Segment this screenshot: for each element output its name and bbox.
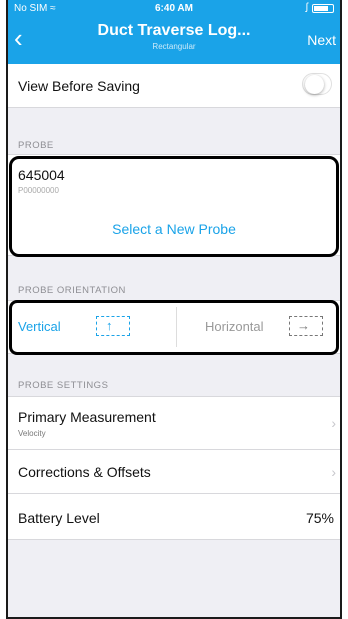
orientation-vertical-option[interactable]: Vertical ↑ xyxy=(8,301,176,353)
bluetooth-icon: ʃ xyxy=(305,2,308,13)
orientation-segmented-control: Vertical ↑ Horizontal → xyxy=(8,300,340,354)
orientation-horizontal-option[interactable]: Horizontal → xyxy=(177,301,339,353)
settings-section-header: PROBE SETTINGS xyxy=(18,380,109,391)
vertical-probe-icon: ↑ xyxy=(96,316,130,336)
toggle-knob xyxy=(305,75,324,94)
battery-level-label: Battery Level xyxy=(18,510,100,526)
view-before-saving-row: View Before Saving xyxy=(8,64,340,108)
back-chevron-icon[interactable]: ‹ xyxy=(14,24,44,54)
horizontal-label: Horizontal xyxy=(205,319,264,334)
status-time: 6:40 AM xyxy=(155,3,193,14)
horizontal-probe-icon: → xyxy=(289,316,323,336)
chevron-right-icon: › xyxy=(331,415,336,431)
corrections-offsets-row[interactable]: Corrections & Offsets › xyxy=(8,450,340,494)
page-title: Duct Traverse Log... xyxy=(97,22,251,39)
primary-measurement-value: Velocity xyxy=(18,429,46,438)
next-button[interactable]: Next xyxy=(307,32,336,48)
phone-frame: No SIM ≈ 6:40 AM ʃ ‹ Duct Traverse Log..… xyxy=(6,0,342,619)
primary-measurement-label: Primary Measurement xyxy=(18,409,156,425)
probe-id: 645004 xyxy=(18,167,65,183)
corrections-offsets-label: Corrections & Offsets xyxy=(18,464,151,480)
select-new-probe-button[interactable]: Select a New Probe xyxy=(8,221,340,237)
status-bar: No SIM ≈ 6:40 AM ʃ xyxy=(8,0,340,18)
view-before-saving-label: View Before Saving xyxy=(18,78,140,94)
probe-cell: 645004 P00000000 Select a New Probe xyxy=(8,154,340,256)
primary-measurement-row[interactable]: Primary Measurement Velocity › xyxy=(8,396,340,450)
probe-serial: P00000000 xyxy=(18,186,59,195)
chevron-right-icon: › xyxy=(331,464,336,480)
orientation-section-header: PROBE ORIENTATION xyxy=(18,285,126,296)
view-before-saving-toggle[interactable] xyxy=(302,73,332,95)
vertical-label: Vertical xyxy=(18,319,61,334)
battery-icon xyxy=(312,4,334,13)
probe-section-header: PROBE xyxy=(18,140,54,151)
battery-level-value: 75% xyxy=(305,510,334,526)
battery-level-row: Battery Level 75% xyxy=(8,494,340,540)
navigation-bar: No SIM ≈ 6:40 AM ʃ ‹ Duct Traverse Log..… xyxy=(8,0,340,64)
page-subtitle: Rectangular xyxy=(152,42,196,51)
